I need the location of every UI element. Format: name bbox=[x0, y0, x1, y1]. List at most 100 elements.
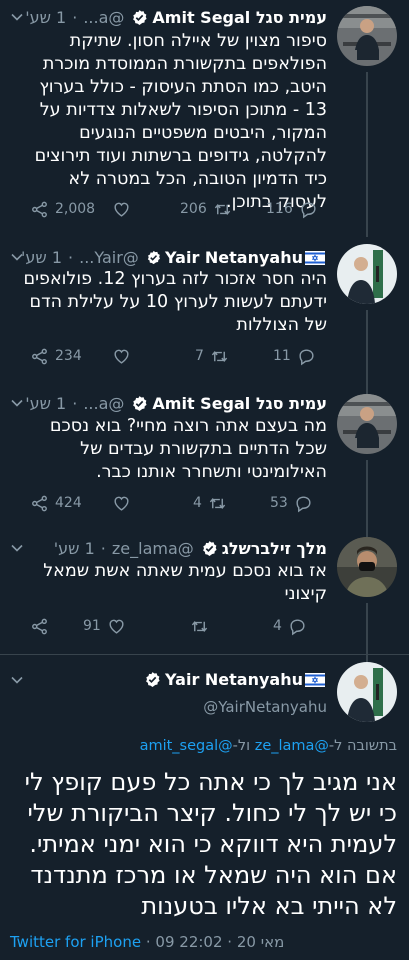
verified-badge-icon bbox=[131, 395, 148, 412]
like-count: 91 bbox=[83, 618, 101, 634]
heart-icon bbox=[112, 347, 131, 366]
reply-prefix: בתשובה ל- bbox=[328, 738, 397, 754]
tweet-actions: 2,008 206 116 bbox=[30, 198, 327, 220]
avatar-yair-netanyahu[interactable] bbox=[337, 662, 397, 722]
mention-amit-segal[interactable]: @amit_segal bbox=[140, 738, 233, 754]
author-name[interactable]: Yair Netanyahu bbox=[165, 670, 303, 689]
tweet-actions: 234 7 11 bbox=[30, 345, 327, 367]
thread-connector bbox=[366, 72, 368, 237]
like-button[interactable] bbox=[112, 345, 131, 367]
like-count: 4 bbox=[193, 495, 202, 511]
main-tweet-header: Yair Netanyahu @YairNetanyahu bbox=[18, 668, 327, 716]
author-name[interactable]: מלך זילברשלג bbox=[222, 539, 327, 558]
chevron-down-icon[interactable] bbox=[10, 396, 24, 410]
author-name[interactable]: עמית סגל Amit Segal bbox=[152, 8, 327, 27]
retweet-button[interactable]: 206 bbox=[180, 198, 232, 220]
author-handle[interactable]: @Yair... bbox=[79, 248, 139, 267]
retweet-count: 2,008 bbox=[55, 201, 96, 217]
share-icon bbox=[30, 494, 49, 513]
share-button[interactable]: 424 bbox=[30, 492, 82, 514]
tweet-header: מלך זילברשלג @ze_lama · 1 שע' bbox=[18, 537, 327, 559]
author-handle[interactable]: @a... bbox=[83, 8, 124, 27]
author-handle[interactable]: @ze_lama bbox=[112, 539, 194, 558]
avatar-amit-segal[interactable] bbox=[337, 394, 397, 454]
like-button[interactable]: 91 bbox=[83, 615, 126, 637]
verified-badge-icon bbox=[131, 9, 148, 26]
avatar-yair-netanyahu[interactable] bbox=[337, 244, 397, 304]
retweet-icon bbox=[210, 347, 229, 366]
retweet-icon bbox=[208, 494, 227, 513]
tweet-time[interactable]: 1 שע' bbox=[54, 539, 95, 558]
tweet-header: Yair Netanyahu @Yair... · 1 שע' bbox=[18, 246, 327, 268]
tweet-header: עמית סגל Amit Segal @a... · 1 שע' bbox=[18, 6, 327, 28]
tweet-text: היה חסר אזכור לזה בערוץ 12. פולואפים ידע… bbox=[23, 269, 328, 335]
tweet-source[interactable]: Twitter for iPhone bbox=[10, 933, 141, 951]
tweet-header: עמית סגל Amit Segal @a... · 1 שע' bbox=[18, 392, 327, 414]
retweet-icon bbox=[190, 617, 209, 636]
chevron-down-icon[interactable] bbox=[10, 10, 24, 24]
heart-icon bbox=[112, 200, 131, 219]
tweet-amit-segal-1[interactable]: עמית סגל Amit Segal @a... · 1 שע' סיפור … bbox=[0, 0, 409, 237]
tweet-time[interactable]: 1 שע' bbox=[25, 394, 66, 413]
separator-dot: · bbox=[72, 393, 78, 413]
tweet-time[interactable]: 1 שע' bbox=[25, 8, 66, 27]
reply-icon bbox=[288, 617, 307, 636]
avatar-ze-lama[interactable] bbox=[337, 537, 397, 597]
reply-button[interactable]: 116 bbox=[266, 198, 318, 220]
retweet-button[interactable]: 4 bbox=[193, 492, 227, 514]
share-icon bbox=[30, 347, 49, 366]
separator-dot: · bbox=[72, 7, 78, 27]
separator-dot: · bbox=[227, 933, 233, 951]
separator-dot: · bbox=[68, 247, 74, 267]
tweet-text: מה בעצם אתה רוצה מחיי? בוא נסכם שכל הדתי… bbox=[49, 416, 327, 482]
reply-icon bbox=[297, 347, 316, 366]
retweet-count: 424 bbox=[55, 495, 82, 511]
heart-icon bbox=[107, 617, 126, 636]
verified-badge-icon bbox=[146, 249, 161, 266]
divider bbox=[0, 654, 409, 655]
retweet-icon bbox=[213, 200, 232, 219]
share-button[interactable] bbox=[30, 615, 55, 637]
tweet-time[interactable]: 1 שע' bbox=[21, 248, 62, 267]
like-button[interactable] bbox=[112, 198, 131, 220]
separator-dot: · bbox=[100, 538, 106, 558]
retweet-button[interactable] bbox=[190, 615, 209, 637]
chevron-down-icon[interactable] bbox=[10, 541, 24, 555]
israel-flag-icon bbox=[305, 250, 325, 264]
mention-ze-lama[interactable]: @ze_lama bbox=[255, 738, 329, 754]
tweet-amit-segal-2[interactable]: עמית סגל Amit Segal @a... · 1 שע' מה בעצ… bbox=[0, 390, 409, 540]
retweet-count: 234 bbox=[55, 348, 82, 364]
share-button[interactable]: 2,008 bbox=[30, 198, 95, 220]
avatar-amit-segal[interactable] bbox=[337, 6, 397, 66]
israel-flag-icon bbox=[305, 672, 325, 686]
share-icon bbox=[30, 200, 49, 219]
author-handle[interactable]: @YairNetanyahu bbox=[18, 698, 327, 716]
reply-and: ול- bbox=[232, 738, 255, 754]
tweet-yair-netanyahu-1[interactable]: Yair Netanyahu @Yair... · 1 שע' היה חסר … bbox=[0, 240, 409, 395]
separator-dot: · bbox=[145, 933, 151, 951]
tweet-ze-lama[interactable]: מלך זילברשלג @ze_lama · 1 שע' אז בוא נסכ… bbox=[0, 535, 409, 665]
like-count: 7 bbox=[195, 348, 204, 364]
tweet-time[interactable]: 22:02 bbox=[179, 933, 222, 951]
reply-count: 53 bbox=[270, 495, 288, 511]
tweet-actions: 424 4 53 bbox=[30, 492, 327, 514]
reply-icon bbox=[299, 200, 318, 219]
main-author-row: Yair Netanyahu bbox=[18, 668, 327, 690]
author-name[interactable]: עמית סגל Amit Segal bbox=[152, 394, 327, 413]
main-tweet-text: אני מגיב לך כי אתה כל פעם קופץ לי כי יש … bbox=[24, 768, 397, 920]
retweet-button[interactable]: 7 bbox=[195, 345, 229, 367]
author-handle[interactable]: @a... bbox=[83, 394, 124, 413]
reply-context: בתשובה ל-@ze_lama ול-@amit_segal bbox=[10, 738, 397, 754]
verified-badge-icon bbox=[144, 671, 161, 688]
reply-icon bbox=[294, 494, 313, 513]
like-count: 206 bbox=[180, 201, 207, 217]
main-tweet: Yair Netanyahu @YairNetanyahu בתשובה ל-@… bbox=[0, 655, 409, 960]
chevron-down-icon[interactable] bbox=[10, 250, 24, 264]
share-button[interactable]: 234 bbox=[30, 345, 82, 367]
author-name[interactable]: Yair Netanyahu bbox=[165, 248, 303, 267]
reply-button[interactable]: 53 bbox=[270, 492, 313, 514]
like-button[interactable] bbox=[112, 492, 131, 514]
reply-button[interactable]: 11 bbox=[273, 345, 316, 367]
thread-connector bbox=[366, 310, 368, 395]
reply-button[interactable]: 4 bbox=[273, 615, 307, 637]
